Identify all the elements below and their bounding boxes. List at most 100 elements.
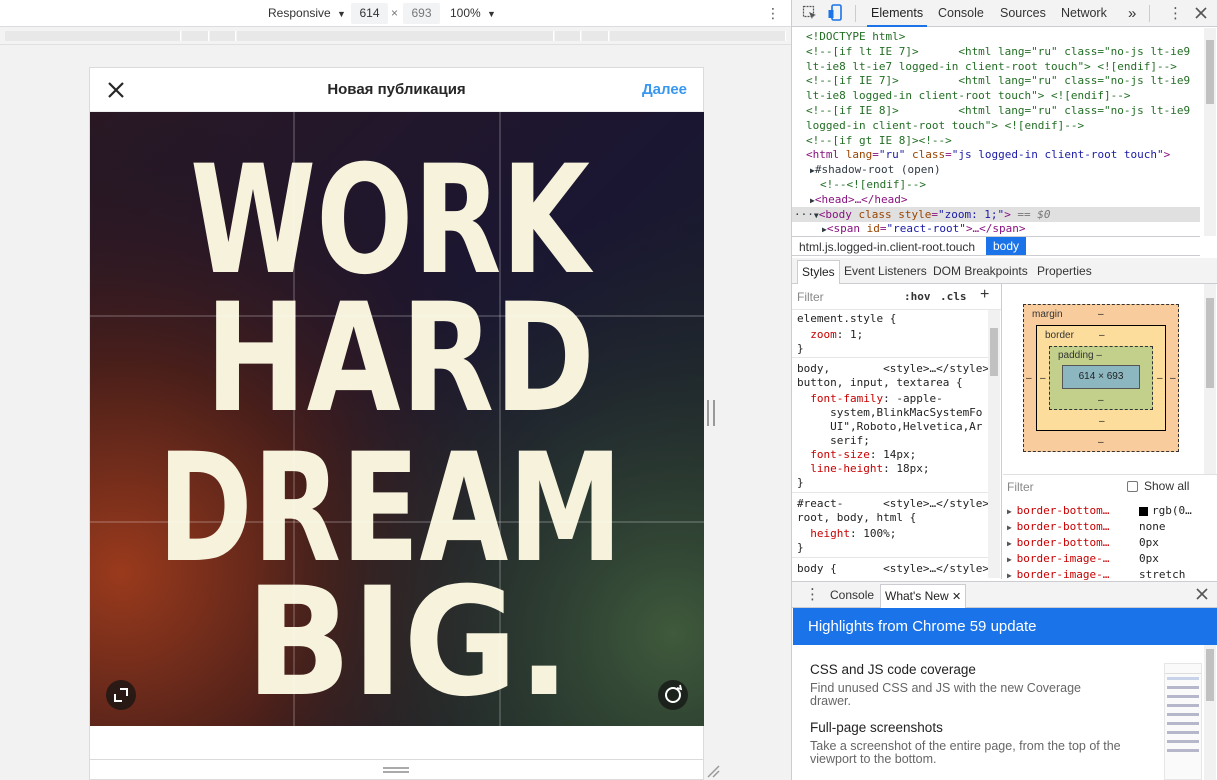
- whats-new-scrollbar[interactable]: [1204, 645, 1216, 780]
- scroll-thumb[interactable]: [1206, 649, 1214, 701]
- drawer-tab-whats-new[interactable]: What's New ✕: [880, 584, 967, 608]
- media-query-segment[interactable]: [5, 31, 181, 41]
- computed-row[interactable]: ▶ border-bottom… 0px: [1007, 536, 1205, 549]
- media-query-segment[interactable]: [210, 31, 236, 41]
- dom-node-shadow-root[interactable]: ▶#shadow-root (open): [810, 163, 941, 179]
- tab-network[interactable]: Network: [1057, 0, 1111, 27]
- more-tabs-icon[interactable]: »: [1124, 0, 1140, 27]
- border-label: border: [1045, 330, 1074, 341]
- height-input[interactable]: 693: [403, 3, 440, 24]
- property-value[interactable]: 1;: [850, 328, 863, 341]
- tab-event-listeners[interactable]: Event Listeners: [844, 264, 927, 278]
- media-query-bar[interactable]: [0, 27, 791, 45]
- dom-node-comment[interactable]: <!--[if gt IE 8]><!-->: [806, 134, 952, 149]
- computed-row[interactable]: ▶ border-image-… 0px: [1007, 552, 1205, 565]
- box-scrollbar[interactable]: [1204, 284, 1216, 474]
- inspect-element-icon[interactable]: [802, 5, 818, 21]
- zoom-select[interactable]: 100% ▼: [450, 6, 496, 20]
- dom-node-span[interactable]: ▶<span id="react-root">…</span>: [822, 222, 1026, 236]
- style-property[interactable]: zoom: 1;: [797, 328, 863, 342]
- property-value[interactable]: 18px;: [896, 462, 929, 475]
- computed-property-name: border-bottom…: [1016, 520, 1110, 533]
- media-query-segment[interactable]: [582, 31, 609, 41]
- media-query-segment[interactable]: [237, 31, 554, 41]
- show-all-checkbox[interactable]: [1127, 481, 1138, 492]
- media-query-segment[interactable]: [555, 31, 581, 41]
- next-button[interactable]: Далее: [642, 81, 687, 98]
- computed-row[interactable]: ▶ border-image-… stretch: [1007, 568, 1205, 581]
- class-toggle[interactable]: .cls: [940, 290, 967, 303]
- property-value-continued: UI",Roboto,Helvetica,Ar: [797, 420, 983, 433]
- dom-node-comment[interactable]: <!--[if IE 7]> <html lang="ru" class="no…: [806, 74, 1190, 89]
- dom-node-comment[interactable]: <!--[if lt IE 7]> <html lang="ru" class=…: [806, 45, 1190, 60]
- dom-node-comment[interactable]: <!--[if IE 8]> <html lang="ru" class="no…: [806, 104, 1190, 119]
- property-name[interactable]: line-height: [810, 462, 883, 475]
- margin-box[interactable]: margin – – – – border – – – – padding – …: [1023, 304, 1179, 452]
- resize-corner-icon[interactable]: [706, 764, 720, 778]
- drawer-tab-console[interactable]: Console: [830, 588, 874, 602]
- hover-state-toggle[interactable]: :hov: [904, 290, 931, 303]
- close-tab-icon[interactable]: ✕: [952, 591, 961, 603]
- scroll-thumb[interactable]: [1206, 298, 1214, 388]
- tab-sources[interactable]: Sources: [996, 0, 1050, 27]
- property-value[interactable]: 14px;: [883, 448, 916, 461]
- content-box[interactable]: 614 × 693: [1062, 365, 1140, 389]
- styles-filter-input[interactable]: Filter: [797, 290, 824, 304]
- tab-elements[interactable]: Elements: [867, 0, 928, 27]
- styles-scrollbar[interactable]: [988, 310, 1000, 578]
- elements-scrollbar[interactable]: [1204, 28, 1216, 236]
- more-options-icon[interactable]: ⋮: [766, 4, 780, 24]
- style-property[interactable]: font-size: 14px;: [797, 448, 916, 462]
- drawer-menu-icon[interactable]: ⋮: [805, 585, 820, 603]
- computed-row[interactable]: ▶ border-bottom… none: [1007, 520, 1205, 533]
- tab-console[interactable]: Console: [934, 0, 988, 27]
- dom-node-html[interactable]: <html lang="ru" class="js logged-in clie…: [806, 148, 1170, 163]
- feature-title[interactable]: Full-page screenshots: [810, 720, 943, 735]
- style-property[interactable]: line-height: 18px;: [797, 462, 929, 476]
- device-toolbar-icon[interactable]: [828, 4, 844, 22]
- dom-node-comment[interactable]: logged-in client-root touch"> <![endif]-…: [806, 119, 1084, 134]
- new-post-header: Новая публикация Далее: [90, 68, 703, 112]
- media-query-segment[interactable]: [610, 31, 786, 41]
- property-name[interactable]: zoom: [810, 328, 837, 341]
- feature-title[interactable]: CSS and JS code coverage: [810, 662, 976, 677]
- property-name[interactable]: height: [810, 527, 850, 540]
- dom-node-body[interactable]: ···▼<body class style="zoom: 1;"> == $0: [794, 208, 1051, 224]
- breadcrumb-html[interactable]: html.js.logged-in.client-root.touch: [799, 240, 975, 254]
- node-menu-dots[interactable]: ···: [794, 208, 814, 221]
- color-swatch[interactable]: [1139, 507, 1148, 516]
- style-property[interactable]: font-family: -apple-: [797, 392, 942, 406]
- close-devtools-icon[interactable]: [1193, 5, 1209, 21]
- scroll-thumb[interactable]: [1206, 40, 1214, 104]
- expand-icon[interactable]: [106, 680, 136, 710]
- property-name[interactable]: font-size: [810, 448, 870, 461]
- device-select[interactable]: Responsive ▼: [268, 6, 346, 20]
- tab-styles[interactable]: Styles: [797, 260, 840, 284]
- resize-handle-right[interactable]: [707, 400, 715, 426]
- close-drawer-icon[interactable]: [1194, 586, 1210, 602]
- padding-box[interactable]: padding – – 614 × 693: [1049, 346, 1153, 410]
- property-value[interactable]: -apple-: [896, 392, 942, 405]
- customize-menu-icon[interactable]: ⋮: [1168, 4, 1183, 22]
- resize-handle-bottom[interactable]: [383, 767, 409, 773]
- breadcrumb-body[interactable]: body: [986, 237, 1027, 255]
- computed-row[interactable]: ▶ border-bottom… rgb(0…: [1007, 504, 1205, 517]
- property-value[interactable]: 100%;: [863, 527, 896, 540]
- dom-node-comment[interactable]: lt-ie8 logged-in client-root touch"> <![…: [806, 89, 1131, 104]
- tab-properties[interactable]: Properties: [1037, 264, 1092, 278]
- media-query-segment[interactable]: [182, 31, 209, 41]
- dom-node-doctype[interactable]: <!DOCTYPE html>: [806, 30, 905, 45]
- computed-filter-input[interactable]: Filter: [1007, 480, 1034, 494]
- property-name[interactable]: font-family: [810, 392, 883, 405]
- new-style-rule-icon[interactable]: +: [980, 286, 989, 304]
- width-input[interactable]: 614: [351, 3, 388, 24]
- dom-node-comment[interactable]: lt-ie8 lt-ie7 logged-in client-root touc…: [806, 60, 1177, 75]
- scroll-thumb[interactable]: [990, 328, 998, 376]
- border-box[interactable]: border – – – – padding – – 614 × 693: [1036, 325, 1166, 431]
- post-image-crop[interactable]: WORK HARD DREAM BIG.: [90, 112, 704, 726]
- tab-dom-breakpoints[interactable]: DOM Breakpoints: [933, 264, 1028, 278]
- toolbar-divider: [1149, 5, 1150, 22]
- rotate-icon[interactable]: [658, 680, 688, 710]
- style-property[interactable]: height: 100%;: [797, 527, 896, 541]
- dom-node-comment[interactable]: <!--<![endif]-->: [820, 178, 926, 193]
